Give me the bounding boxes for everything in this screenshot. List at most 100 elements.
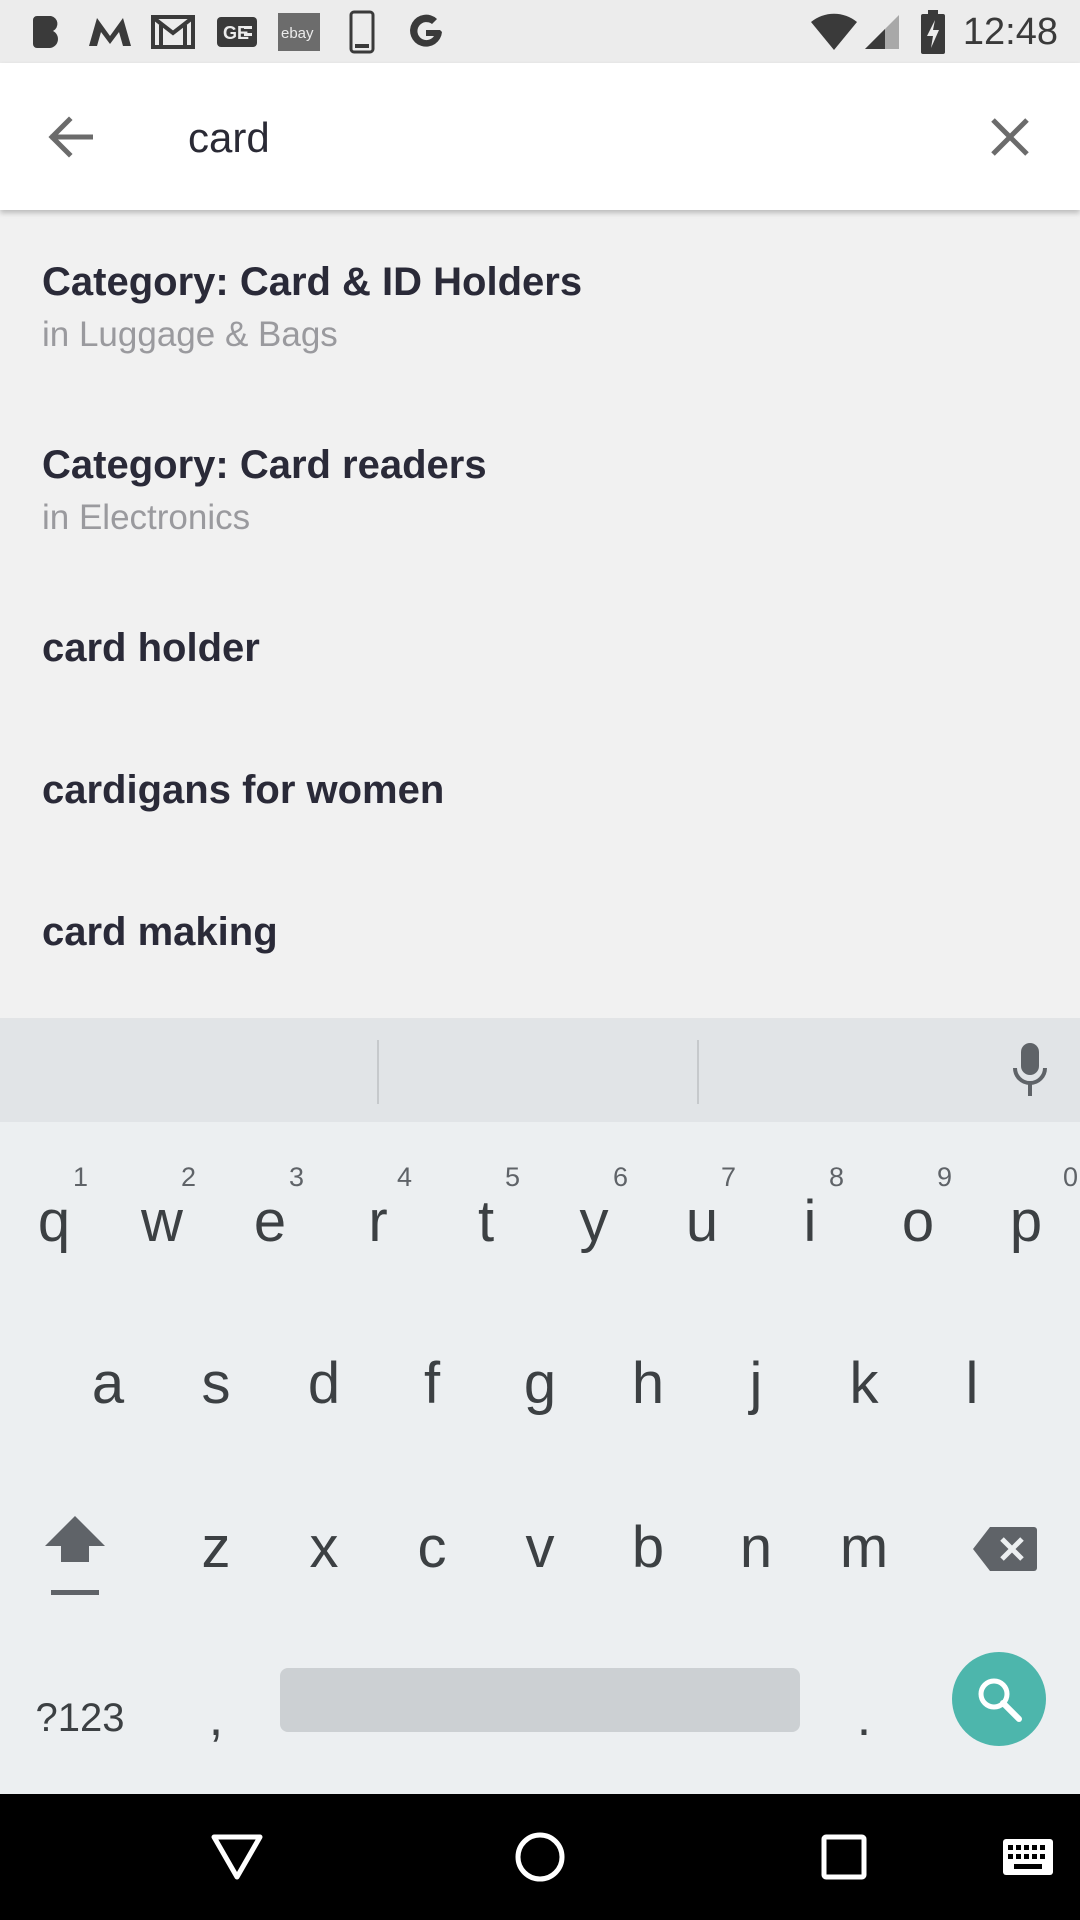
keyboard-switch-button[interactable] [993, 1822, 1063, 1892]
key-c[interactable]: c [378, 1484, 486, 1614]
b-app-icon [28, 12, 68, 52]
navigation-bar [0, 1794, 1080, 1920]
suggestion-item[interactable]: card making [0, 908, 1080, 956]
key-digit: 6 [612, 1162, 628, 1192]
key-b[interactable]: b [594, 1484, 702, 1614]
key-k[interactable]: k [810, 1320, 918, 1450]
battery-charging-icon [918, 10, 948, 54]
nav-back-button[interactable] [202, 1822, 272, 1892]
news-app-icon: GE [214, 12, 260, 52]
suggestion-subtitle: in Electronics [42, 498, 251, 537]
key-g[interactable]: g [486, 1320, 594, 1450]
key-q[interactable]: 1q [0, 1138, 108, 1268]
search-icon [978, 1678, 1022, 1722]
clock-time: 12:48 [962, 11, 1058, 53]
search-action-key[interactable] [952, 1652, 1046, 1746]
back-button[interactable] [40, 107, 100, 167]
space-bar[interactable] [280, 1668, 800, 1732]
m-app-icon [86, 12, 134, 52]
key-s[interactable]: s [162, 1320, 270, 1450]
period-key[interactable]: . [824, 1668, 904, 1768]
key-letter: q [37, 1189, 71, 1254]
search-input[interactable] [188, 103, 948, 173]
key-p[interactable]: 0p [972, 1138, 1080, 1268]
key-digit: 4 [396, 1162, 412, 1192]
key-digit: 5 [504, 1162, 520, 1192]
key-u[interactable]: 7u [648, 1138, 756, 1268]
recents-square-icon [821, 1834, 867, 1880]
nav-recents-button[interactable] [809, 1822, 879, 1892]
strip-separator [377, 1040, 379, 1104]
arrow-left-icon [48, 116, 93, 158]
key-e[interactable]: 3e [216, 1138, 324, 1268]
key-letter: j [749, 1351, 763, 1416]
key-letter: r [368, 1189, 388, 1254]
key-letter: c [417, 1515, 447, 1580]
key-m[interactable]: m [810, 1484, 918, 1614]
clear-search-button[interactable] [980, 107, 1040, 167]
key-digit: 3 [288, 1162, 304, 1192]
shift-arrow-icon [45, 1516, 105, 1595]
key-letter: l [965, 1351, 979, 1416]
key-digit: 2 [180, 1162, 196, 1192]
suggestion-item[interactable]: cardigans for women [0, 766, 1080, 814]
key-f[interactable]: f [378, 1320, 486, 1450]
suggestion-item[interactable]: card holder [0, 624, 1080, 672]
strip-separator [697, 1040, 699, 1104]
key-i[interactable]: 8i [756, 1138, 864, 1268]
key-n[interactable]: n [702, 1484, 810, 1614]
keyboard: 1q 2w 3e 4r 5t 6y 7u 8i 9o 0p a s d f g … [0, 1020, 1080, 1794]
key-r[interactable]: 4r [324, 1138, 432, 1268]
search-bar [0, 63, 1080, 210]
key-letter: h [631, 1351, 665, 1416]
key-h[interactable]: h [594, 1320, 702, 1450]
key-y[interactable]: 6y [540, 1138, 648, 1268]
key-z[interactable]: z [162, 1484, 270, 1614]
microphone-icon [1013, 1043, 1047, 1096]
suggestion-item[interactable]: Category: Card & ID Holders in Luggage &… [0, 258, 1080, 357]
key-letter: v [525, 1515, 555, 1580]
keyboard-suggestion-strip [0, 1020, 1080, 1122]
key-letter: u [685, 1189, 719, 1254]
suggestion-item[interactable]: Category: Card readers in Electronics [0, 441, 1080, 540]
comma-key[interactable]: , [176, 1668, 256, 1768]
suggestion-title: cardigans for women [42, 768, 445, 812]
keyboard-switch-icon [1003, 1839, 1053, 1875]
delete-key[interactable] [940, 1484, 1070, 1614]
key-letter: n [739, 1515, 773, 1580]
key-a[interactable]: a [54, 1320, 162, 1450]
key-letter: w [141, 1189, 183, 1254]
home-circle-icon [515, 1832, 565, 1882]
key-letter: m [839, 1515, 889, 1580]
key-w[interactable]: 2w [108, 1138, 216, 1268]
key-l[interactable]: l [918, 1320, 1026, 1450]
key-digit: 8 [828, 1162, 844, 1192]
key-letter: x [309, 1515, 339, 1580]
key-o[interactable]: 9o [864, 1138, 972, 1268]
key-letter: d [307, 1351, 341, 1416]
status-bar: GE ebay 12:48 [0, 0, 1080, 63]
suggestion-list: Category: Card & ID Holders in Luggage &… [0, 210, 1080, 1018]
key-letter: y [579, 1189, 609, 1254]
key-letter: g [523, 1351, 557, 1416]
key-t[interactable]: 5t [432, 1138, 540, 1268]
backspace-icon [973, 1527, 1037, 1571]
key-x[interactable]: x [270, 1484, 378, 1614]
key-v[interactable]: v [486, 1484, 594, 1614]
key-letter: t [477, 1189, 495, 1254]
nav-home-button[interactable] [505, 1822, 575, 1892]
suggestion-title: card making [42, 910, 278, 954]
shift-key[interactable] [10, 1490, 140, 1620]
gmail-icon [150, 12, 196, 52]
symbols-key[interactable]: ?123 [20, 1668, 140, 1768]
key-d[interactable]: d [270, 1320, 378, 1450]
key-letter: k [849, 1351, 879, 1416]
key-letter: a [91, 1351, 125, 1416]
key-digit: 0 [1062, 1162, 1078, 1192]
key-digit: 9 [936, 1162, 952, 1192]
svg-text:ebay: ebay [281, 25, 314, 42]
key-letter: s [201, 1351, 231, 1416]
voice-input-button[interactable] [998, 1038, 1062, 1102]
key-j[interactable]: j [702, 1320, 810, 1450]
google-icon [404, 12, 448, 52]
